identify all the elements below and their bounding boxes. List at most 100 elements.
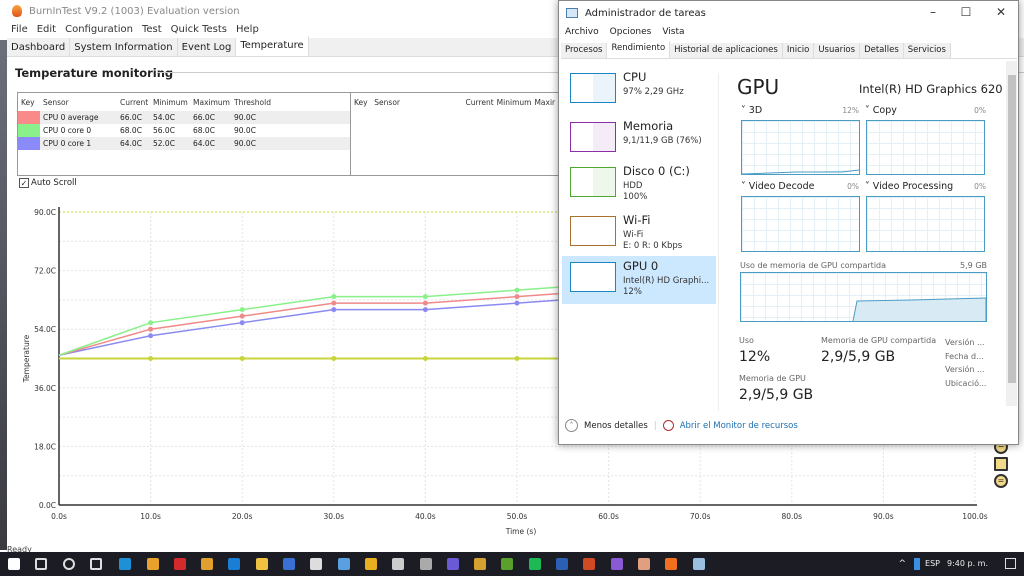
col-sensor: Sensor	[43, 97, 69, 107]
resource-item-gpu-0[interactable]: GPU 0 Intel(R) HD Graphi... 12%	[562, 256, 716, 304]
tab-servicios[interactable]: Servicios	[903, 43, 951, 58]
resource-item-cpu[interactable]: CPU 97% 2,29 GHz	[562, 67, 716, 115]
app4-icon[interactable]	[474, 558, 487, 570]
maximum-value: 68.0C	[193, 126, 215, 135]
menu-configuration[interactable]: Configuration	[65, 24, 133, 35]
edge-icon[interactable]	[119, 558, 132, 570]
resource-monitor-link[interactable]: Abrir el Monitor de recursos	[680, 421, 798, 431]
notifications-icon[interactable]	[1005, 558, 1016, 569]
desktop-background	[0, 40, 7, 550]
checkbox-check-icon[interactable]: ✓	[19, 178, 29, 188]
tab-dashboard[interactable]: Dashboard	[7, 38, 71, 56]
menu-help[interactable]: Help	[236, 24, 259, 35]
auto-scroll-checkbox[interactable]: ✓ Auto Scroll	[19, 178, 77, 188]
task-manager-icon	[566, 8, 578, 18]
menu-archivo[interactable]: Archivo	[565, 27, 599, 37]
store-icon[interactable]	[201, 558, 214, 570]
scrollbar-thumb[interactable]	[1008, 75, 1016, 383]
word-icon[interactable]	[556, 558, 568, 570]
app2-icon[interactable]	[392, 558, 405, 570]
x-tick-label: 0.0s	[51, 512, 67, 521]
chevron-up-icon[interactable]: ˄	[565, 419, 578, 432]
spotify-icon[interactable]	[528, 558, 541, 570]
burnintest-icon[interactable]	[665, 558, 678, 570]
footer: ˄ Menos detalles | Abrir el Monitor de r…	[565, 419, 798, 432]
tab-procesos[interactable]: Procesos	[561, 43, 608, 58]
data-point	[148, 356, 154, 361]
sensor-name: CPU 0 core 1	[43, 139, 92, 148]
shared-memory-label: Uso de memoria de GPU compartida	[740, 261, 887, 270]
epic-icon[interactable]	[310, 558, 323, 570]
sensor-table: Key Sensor Current Minimum Maximum Thres…	[17, 92, 351, 176]
tab-event-log[interactable]: Event Log	[178, 38, 237, 56]
resource-item-memoria[interactable]: Memoria 9,1/11,9 GB (76%)	[562, 116, 716, 164]
rockstar-icon[interactable]	[364, 558, 377, 570]
menu-edit[interactable]: Edit	[37, 24, 56, 35]
tab-usuarios[interactable]: Usuarios	[814, 43, 861, 58]
resource-name: CPU	[623, 70, 647, 84]
search-icon[interactable]	[35, 558, 48, 570]
start-icon[interactable]	[8, 558, 20, 570]
flame-icon	[12, 5, 22, 17]
powerpoint-icon[interactable]	[583, 558, 596, 570]
opera-icon[interactable]	[173, 558, 186, 570]
mail-icon[interactable]	[228, 558, 241, 570]
app5-icon[interactable]	[610, 558, 623, 570]
zoom-fit-icon[interactable]	[994, 457, 1008, 471]
sensor-name: CPU 0 core 0	[43, 126, 92, 135]
explorer-icon[interactable]	[255, 558, 268, 570]
table-row[interactable]: CPU 0 average 66.0C 54.0C 66.0C 90.0C	[18, 111, 350, 124]
resource-detail: Wi-Fi	[623, 230, 644, 240]
taskmanager-icon[interactable]	[692, 558, 705, 570]
less-details-link[interactable]: Menos detalles	[584, 421, 648, 431]
tab-detalles[interactable]: Detalles	[860, 43, 904, 58]
language-indicator[interactable]: ESP	[925, 559, 940, 568]
col-key: Key	[354, 97, 368, 107]
cortana-icon[interactable]	[62, 558, 75, 570]
tab-historial[interactable]: Historial de aplicaciones	[670, 43, 783, 58]
resource-item-wi-fi[interactable]: Wi-Fi Wi-Fi E: 0 R: 0 Kbps	[562, 210, 716, 258]
table-body: CPU 0 average 66.0C 54.0C 66.0C 90.0C CP…	[18, 111, 350, 150]
chrome-icon[interactable]	[146, 558, 159, 570]
menu-test[interactable]: Test	[142, 24, 162, 35]
engine-3d-label[interactable]: ˅ 3D	[741, 105, 762, 116]
tray-chevron-icon[interactable]: ^	[898, 559, 906, 569]
data-point	[422, 356, 428, 361]
maximize-button[interactable]: ☐	[956, 5, 976, 19]
menu-file[interactable]: File	[11, 24, 28, 35]
resource-item-disco-0-c-[interactable]: Disco 0 (C:) HDD 100%	[562, 161, 716, 209]
x-tick-label: 30.0s	[323, 512, 344, 521]
zoom-reset-icon[interactable]: =	[994, 474, 1008, 488]
col-key: Key	[21, 97, 35, 107]
engine-video-decode-label[interactable]: ˅ Video Decode	[741, 181, 815, 192]
app-icon[interactable]	[337, 558, 350, 570]
menu-quick-tests[interactable]: Quick Tests	[171, 24, 227, 35]
data-point	[514, 300, 520, 306]
table-row[interactable]: CPU 0 core 0 68.0C 56.0C 68.0C 90.0C	[18, 124, 350, 137]
tab-inicio[interactable]: Inicio	[782, 43, 815, 58]
minimum-value: 52.0C	[153, 139, 175, 148]
menu-vista[interactable]: Vista	[662, 27, 684, 37]
engine-copy-label[interactable]: ˅ Copy	[865, 105, 897, 116]
minecraft-icon[interactable]	[501, 558, 514, 570]
shared-memory-max: 5,9 GB	[960, 261, 987, 270]
minimize-button[interactable]: –	[923, 5, 943, 19]
tab-rendimiento[interactable]: Rendimiento	[607, 41, 671, 58]
data-point	[331, 294, 337, 300]
menu-opciones[interactable]: Opciones	[610, 27, 652, 37]
tab-temperature[interactable]: Temperature	[236, 36, 309, 56]
discord-icon[interactable]	[446, 558, 459, 570]
task-view-icon[interactable]	[89, 558, 102, 570]
engine-video-processing-label[interactable]: ˅ Video Processing	[865, 181, 953, 192]
app6-icon[interactable]	[637, 558, 650, 570]
clock[interactable]: 9:40 p. m.	[947, 559, 988, 568]
app3-icon[interactable]	[419, 558, 432, 570]
resource-detail: Intel(R) HD Graphi...	[623, 276, 710, 286]
data-point	[422, 294, 428, 300]
tab-system-information[interactable]: System Information	[70, 38, 178, 56]
close-button[interactable]: ✕	[991, 5, 1011, 19]
resource-name: Memoria	[623, 119, 674, 133]
table-row[interactable]: CPU 0 core 1 64.0C 52.0C 64.0C 90.0C	[18, 137, 350, 150]
battery-icon[interactable]	[914, 558, 920, 570]
steam-like-icon[interactable]	[283, 558, 295, 570]
